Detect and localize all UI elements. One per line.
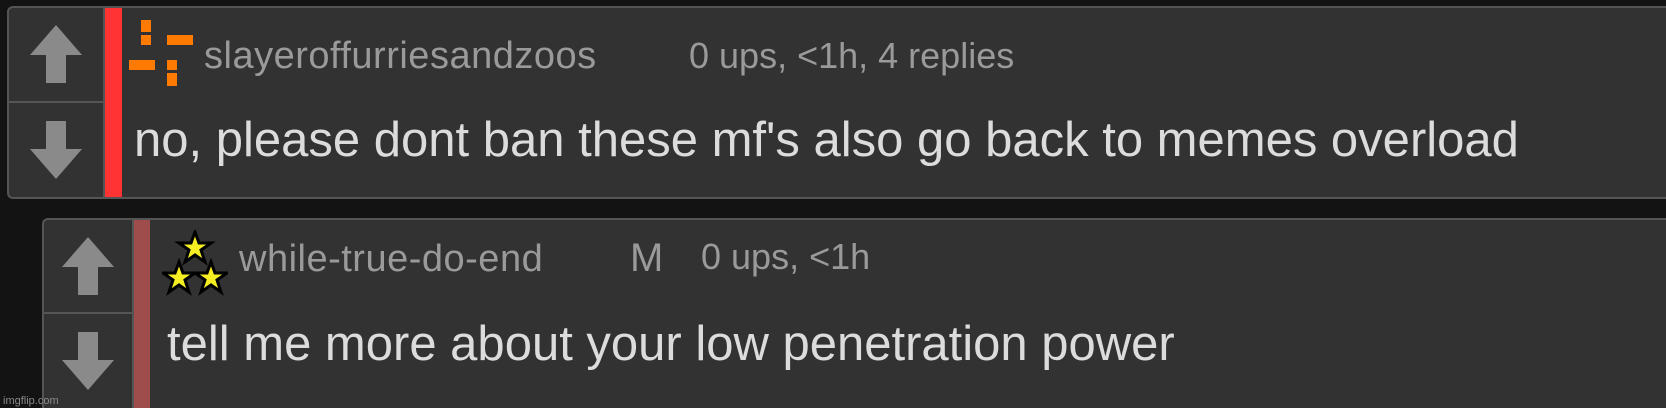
vote-column [44,220,134,408]
comment-card: while-true-do-end M 0 ups, <1h tell me m… [42,218,1666,408]
arrow-up-icon [62,237,114,295]
watermark: imgflip.com [3,395,59,407]
orange-blocks-icon[interactable] [127,18,197,88]
arrow-down-icon [30,120,82,179]
username-link[interactable]: slayeroffurriesandzoos [204,35,597,78]
comment-meta[interactable]: 0 ups, <1h [701,236,870,278]
upvote-button[interactable] [44,220,132,314]
comment-text: tell me more about your low penetration … [167,317,1175,371]
downvote-button[interactable] [9,103,103,198]
comment-card: slayeroffurriesandzoos 0 ups, <1h, 4 rep… [7,6,1666,199]
three-stars-icon[interactable] [162,230,228,296]
mod-badge: M [630,236,664,280]
username-link[interactable]: while-true-do-end [239,238,543,281]
upvote-button[interactable] [9,8,103,103]
arrow-down-icon [62,332,114,390]
comment-highlight-bar [134,220,150,408]
comment-highlight-bar [105,8,122,197]
vote-column [9,8,105,197]
arrow-up-icon [30,25,82,84]
comment-text: no, please dont ban these mf's also go b… [134,113,1519,167]
comment-meta[interactable]: 0 ups, <1h, 4 replies [689,35,1014,77]
downvote-button[interactable] [44,314,132,408]
